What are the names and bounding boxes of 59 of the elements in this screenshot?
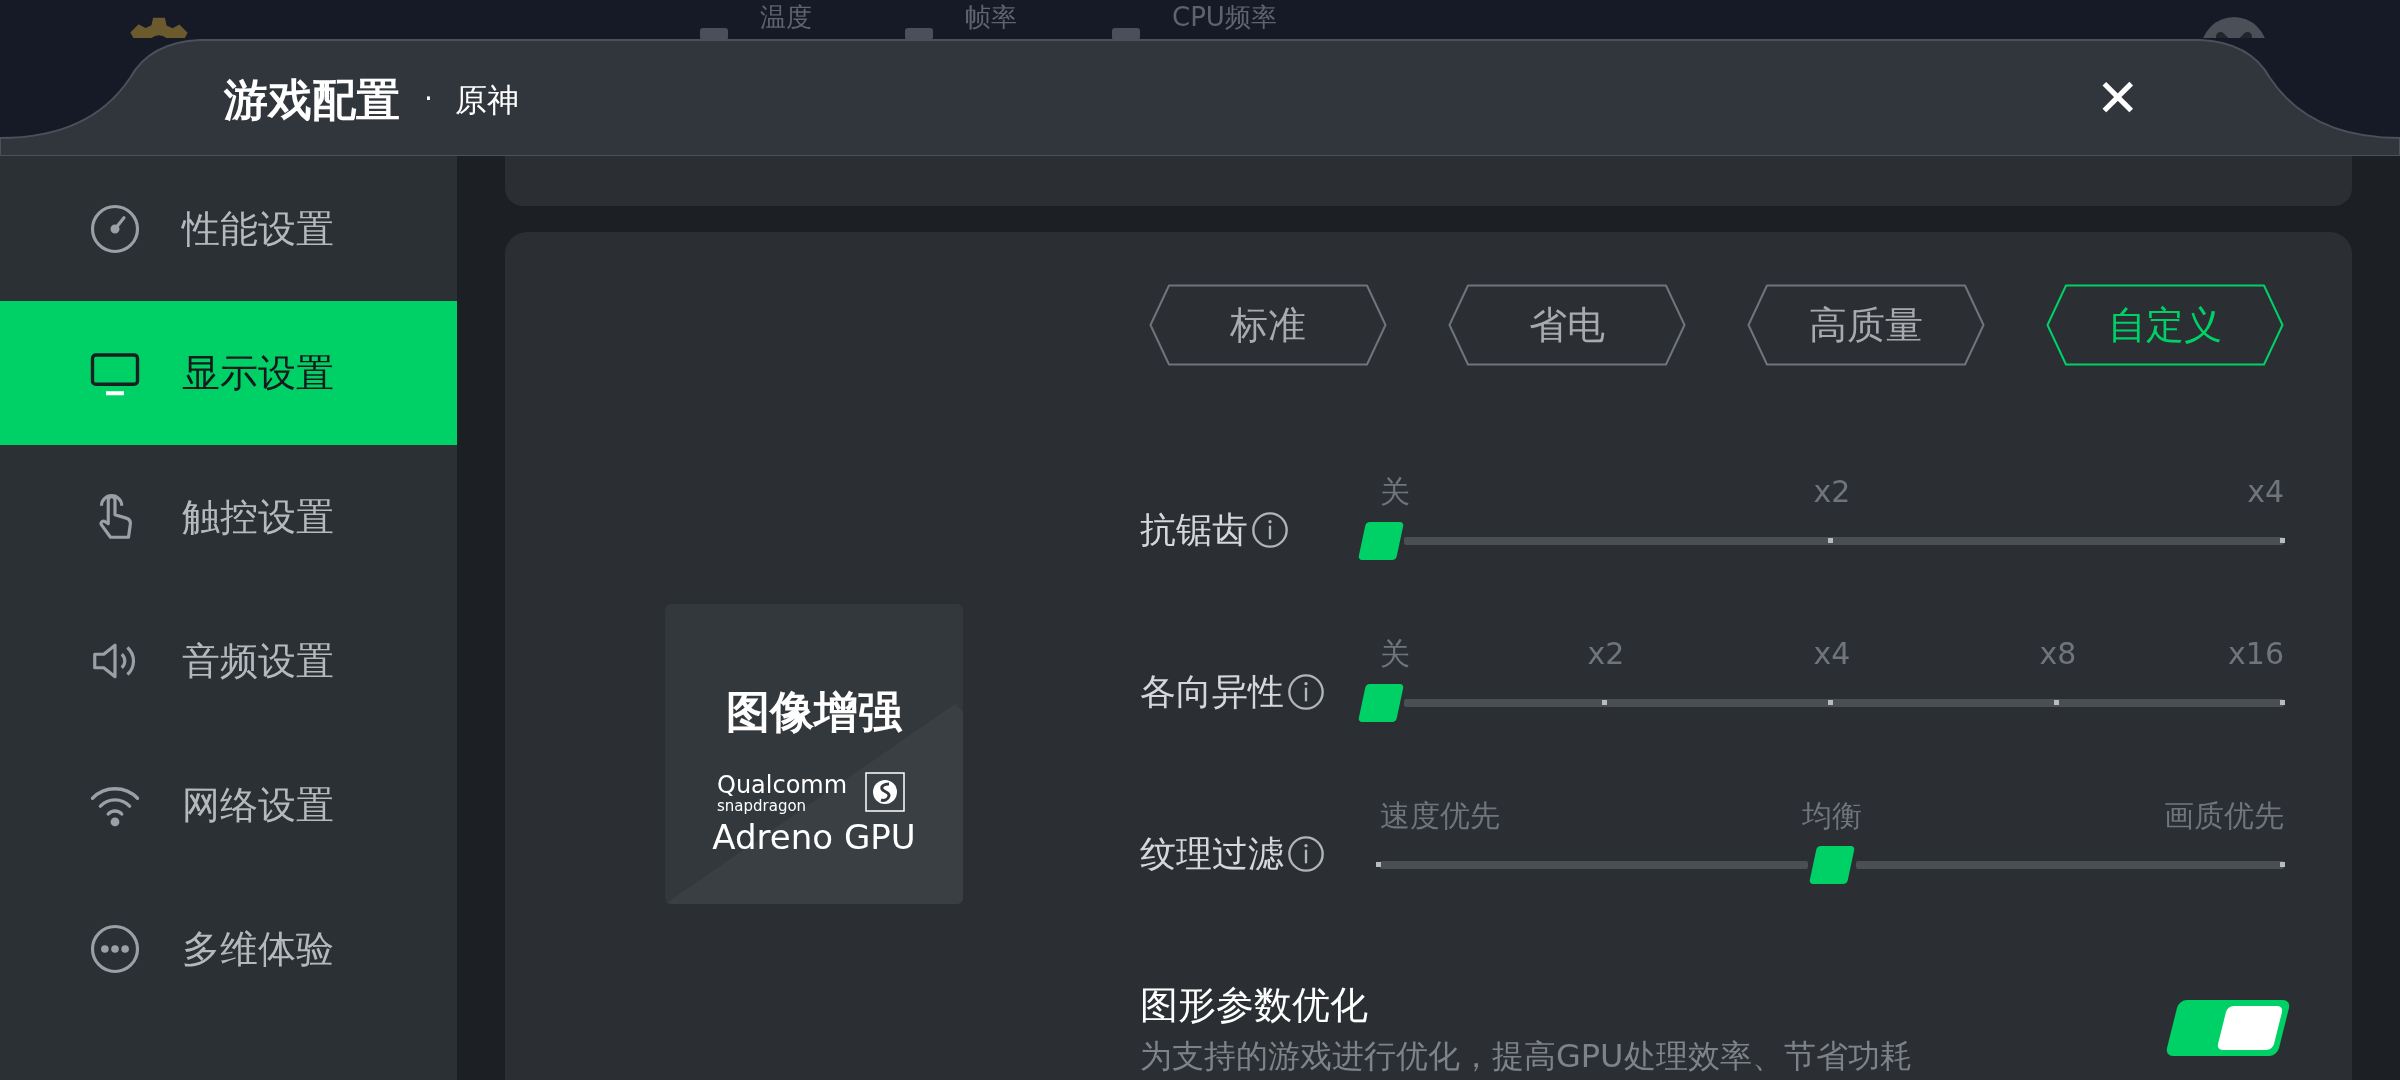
tick-mark xyxy=(2280,538,2285,543)
tick-label: 速度优先 xyxy=(1380,798,1500,834)
slider-label: 抗锯齿 xyxy=(1140,508,1248,552)
game-name: 原神 xyxy=(455,80,519,121)
tick-mark xyxy=(1828,538,1833,543)
info-icon[interactable] xyxy=(1250,510,1290,550)
feature-title: 图像增强 xyxy=(726,686,902,738)
sidebar-item[interactable]: 性能设置 xyxy=(0,157,457,301)
tick-mark xyxy=(1602,700,1607,705)
tick-label: 关 xyxy=(1380,474,1410,510)
sidebar-item[interactable]: 多维体验 xyxy=(0,877,457,1021)
metric-label: 温度 xyxy=(760,2,812,32)
metric-label: CPU频率 xyxy=(1172,2,1277,32)
sub-brand-text: snapdragon xyxy=(717,798,808,814)
product-name: Adreno GPU xyxy=(712,818,916,856)
separator-dot: · xyxy=(424,81,433,117)
info-icon[interactable] xyxy=(1286,834,1326,874)
tick-label: 均衡 xyxy=(1802,798,1862,834)
setting-title: 图形参数优化 xyxy=(1140,982,1369,1028)
slider-thumb[interactable] xyxy=(1357,522,1405,560)
metric-icon xyxy=(905,26,933,40)
tick-mark xyxy=(2280,700,2285,705)
slider-label: 各向异性 xyxy=(1140,670,1284,714)
tick-mark xyxy=(1376,862,1381,867)
slider-label: 纹理过滤 xyxy=(1140,832,1284,876)
preset-tab[interactable]: 标准 xyxy=(1149,284,1387,366)
tick-label: 关 xyxy=(1380,636,1410,672)
gauge-icon xyxy=(88,202,142,256)
info-icon[interactable] xyxy=(1286,672,1326,712)
preset-tab[interactable]: 省电 xyxy=(1448,284,1686,366)
brand-text: Qualcomm xyxy=(717,772,848,798)
setting-description: 为支持的游戏进行优化，提高GPU处理效率、节省功耗 xyxy=(1140,1036,1912,1076)
tick-mark xyxy=(2280,862,2285,867)
slider-track[interactable] xyxy=(1358,684,2284,722)
sidebar-item[interactable]: 音频设置 xyxy=(0,589,457,733)
sidebar-item[interactable]: 触控设置 xyxy=(0,445,457,589)
preset-tab[interactable]: 自定义 xyxy=(2046,284,2284,366)
tick-label: 画质优先 xyxy=(2164,798,2284,834)
more-icon xyxy=(88,922,142,976)
tick-label: x16 xyxy=(2228,636,2284,672)
tick-label: x4 xyxy=(2247,474,2284,510)
dialog-title: 游戏配置 xyxy=(224,73,400,127)
slider-track[interactable] xyxy=(1358,522,2284,560)
preset-tab[interactable]: 高质量 xyxy=(1747,284,1985,366)
chip-logo-icon xyxy=(865,772,906,812)
metric-icon xyxy=(700,26,728,40)
tick-label: x2 xyxy=(1587,636,1625,672)
sidebar-item[interactable]: 网络设置 xyxy=(0,733,457,877)
metric-icon xyxy=(1112,26,1140,40)
tick-mark xyxy=(1828,700,1833,705)
close-button[interactable]: ✕ xyxy=(2088,68,2148,128)
slider-thumb[interactable] xyxy=(1357,684,1405,722)
slider-thumb[interactable] xyxy=(1808,846,1856,884)
tick-mark xyxy=(2054,700,2059,705)
tick-label: x4 xyxy=(1813,636,1851,672)
tick-label: x8 xyxy=(2039,636,2077,672)
sidebar-item[interactable]: 显示设置 xyxy=(0,301,457,445)
metric-label: 帧率 xyxy=(965,2,1017,32)
tick-label: x2 xyxy=(1813,474,1851,510)
